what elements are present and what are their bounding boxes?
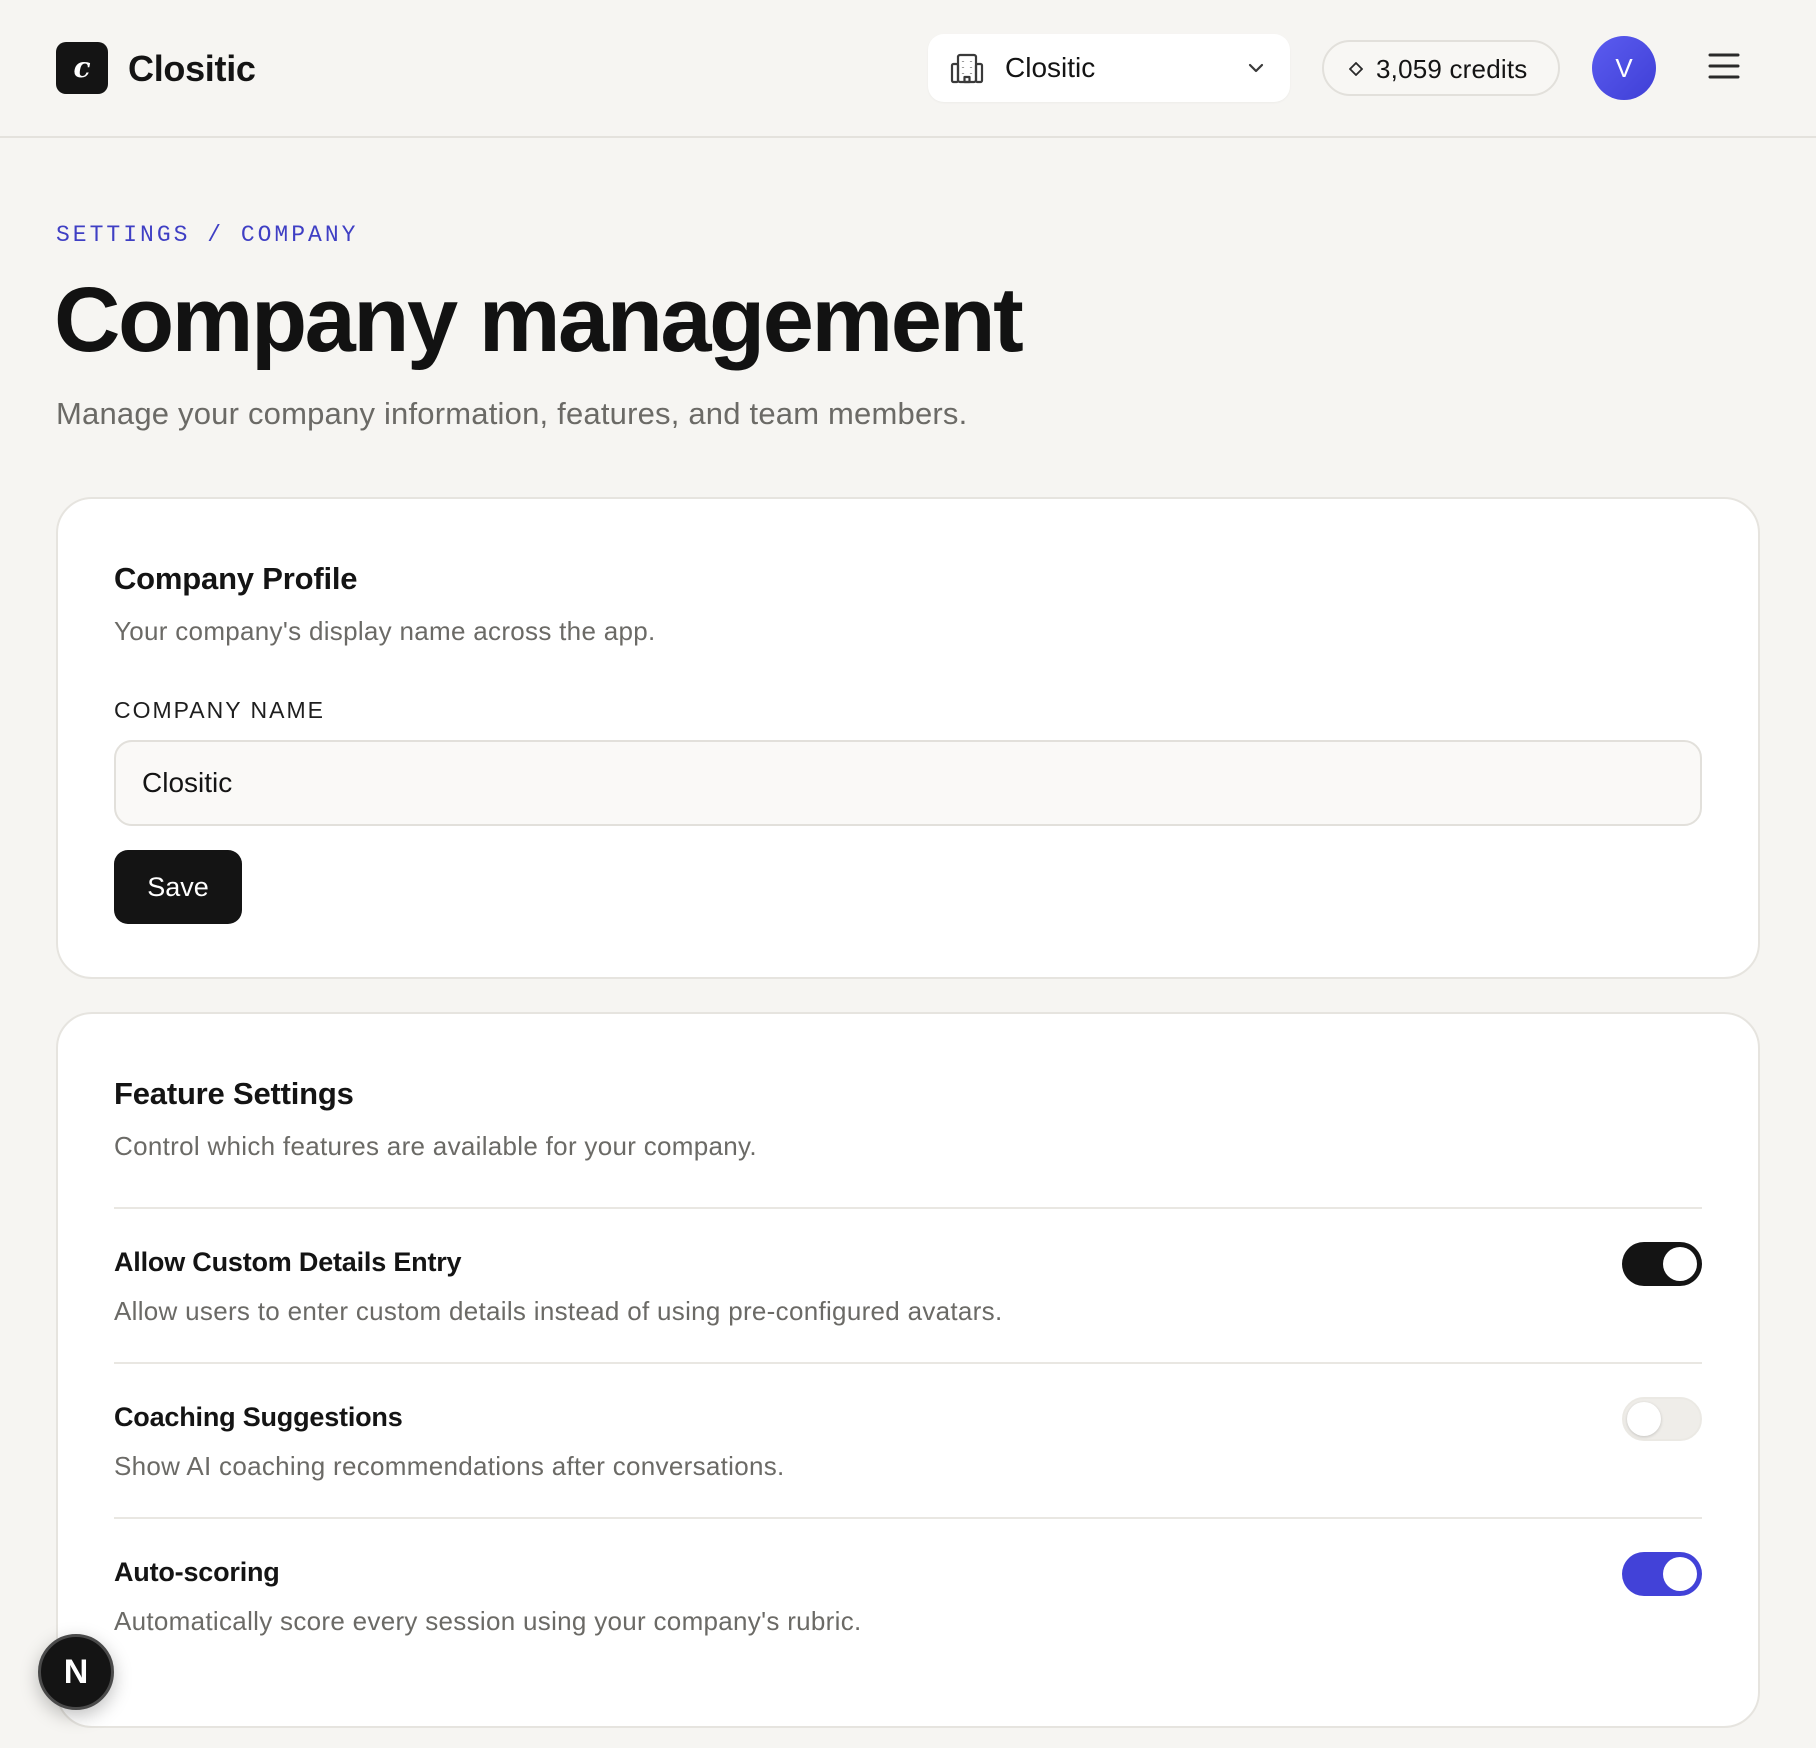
- divider: [114, 1207, 1702, 1209]
- top-bar: c Clositic Clositic 3,059 credits V: [0, 0, 1816, 138]
- feature-settings-card: Feature Settings Control which features …: [56, 1012, 1760, 1728]
- toggle-custom-details-entry[interactable]: [1622, 1242, 1702, 1286]
- toggle-auto-scoring[interactable]: [1622, 1552, 1702, 1596]
- credits-badge[interactable]: 3,059 credits: [1322, 40, 1560, 96]
- company-name-input[interactable]: [114, 740, 1702, 826]
- feature-title: Auto-scoring: [114, 1557, 280, 1587]
- avatar-initial: V: [1615, 52, 1633, 83]
- feature-title: Allow Custom Details Entry: [114, 1247, 462, 1277]
- app-name[interactable]: Clositic: [128, 48, 256, 90]
- breadcrumb[interactable]: SETTINGS / COMPANY: [56, 222, 358, 248]
- dev-tools-badge[interactable]: N: [38, 1634, 114, 1710]
- page-title: Company management: [54, 269, 1024, 371]
- company-name-label: COMPANY NAME: [114, 697, 326, 723]
- credits-label: 3,059 credits: [1376, 54, 1528, 84]
- app-logo[interactable]: c: [56, 42, 108, 94]
- save-button[interactable]: Save: [114, 850, 242, 924]
- toggle-knob: [1663, 1557, 1697, 1591]
- company-selector-value: Clositic: [1005, 52, 1096, 83]
- card-description: Your company's display name across the a…: [114, 616, 656, 646]
- company-selector[interactable]: Clositic: [928, 34, 1290, 102]
- toggle-knob: [1627, 1402, 1661, 1436]
- toggle-knob: [1663, 1247, 1697, 1281]
- feature-description: Allow users to enter custom details inst…: [114, 1296, 1003, 1326]
- feature-description: Automatically score every session using …: [114, 1606, 862, 1636]
- divider: [114, 1517, 1702, 1519]
- toggle-coaching-suggestions[interactable]: [1622, 1397, 1702, 1441]
- diamond-icon: [1349, 62, 1363, 76]
- card-title: Company Profile: [114, 561, 358, 596]
- building-icon: [950, 53, 984, 84]
- chevron-down-icon: [1248, 63, 1264, 73]
- badge-letter: N: [63, 1652, 89, 1691]
- user-avatar[interactable]: V: [1592, 36, 1656, 100]
- card-title: Feature Settings: [114, 1076, 354, 1111]
- page-subtitle: Manage your company information, feature…: [56, 396, 968, 431]
- feature-description: Show AI coaching recommendations after c…: [114, 1451, 785, 1481]
- company-profile-card: Company Profile Your company's display n…: [56, 497, 1760, 979]
- card-description: Control which features are available for…: [114, 1131, 757, 1161]
- logo-letter: c: [73, 51, 91, 84]
- feature-title: Coaching Suggestions: [114, 1402, 403, 1432]
- hamburger-menu-icon[interactable]: [1706, 48, 1742, 84]
- divider: [114, 1362, 1702, 1364]
